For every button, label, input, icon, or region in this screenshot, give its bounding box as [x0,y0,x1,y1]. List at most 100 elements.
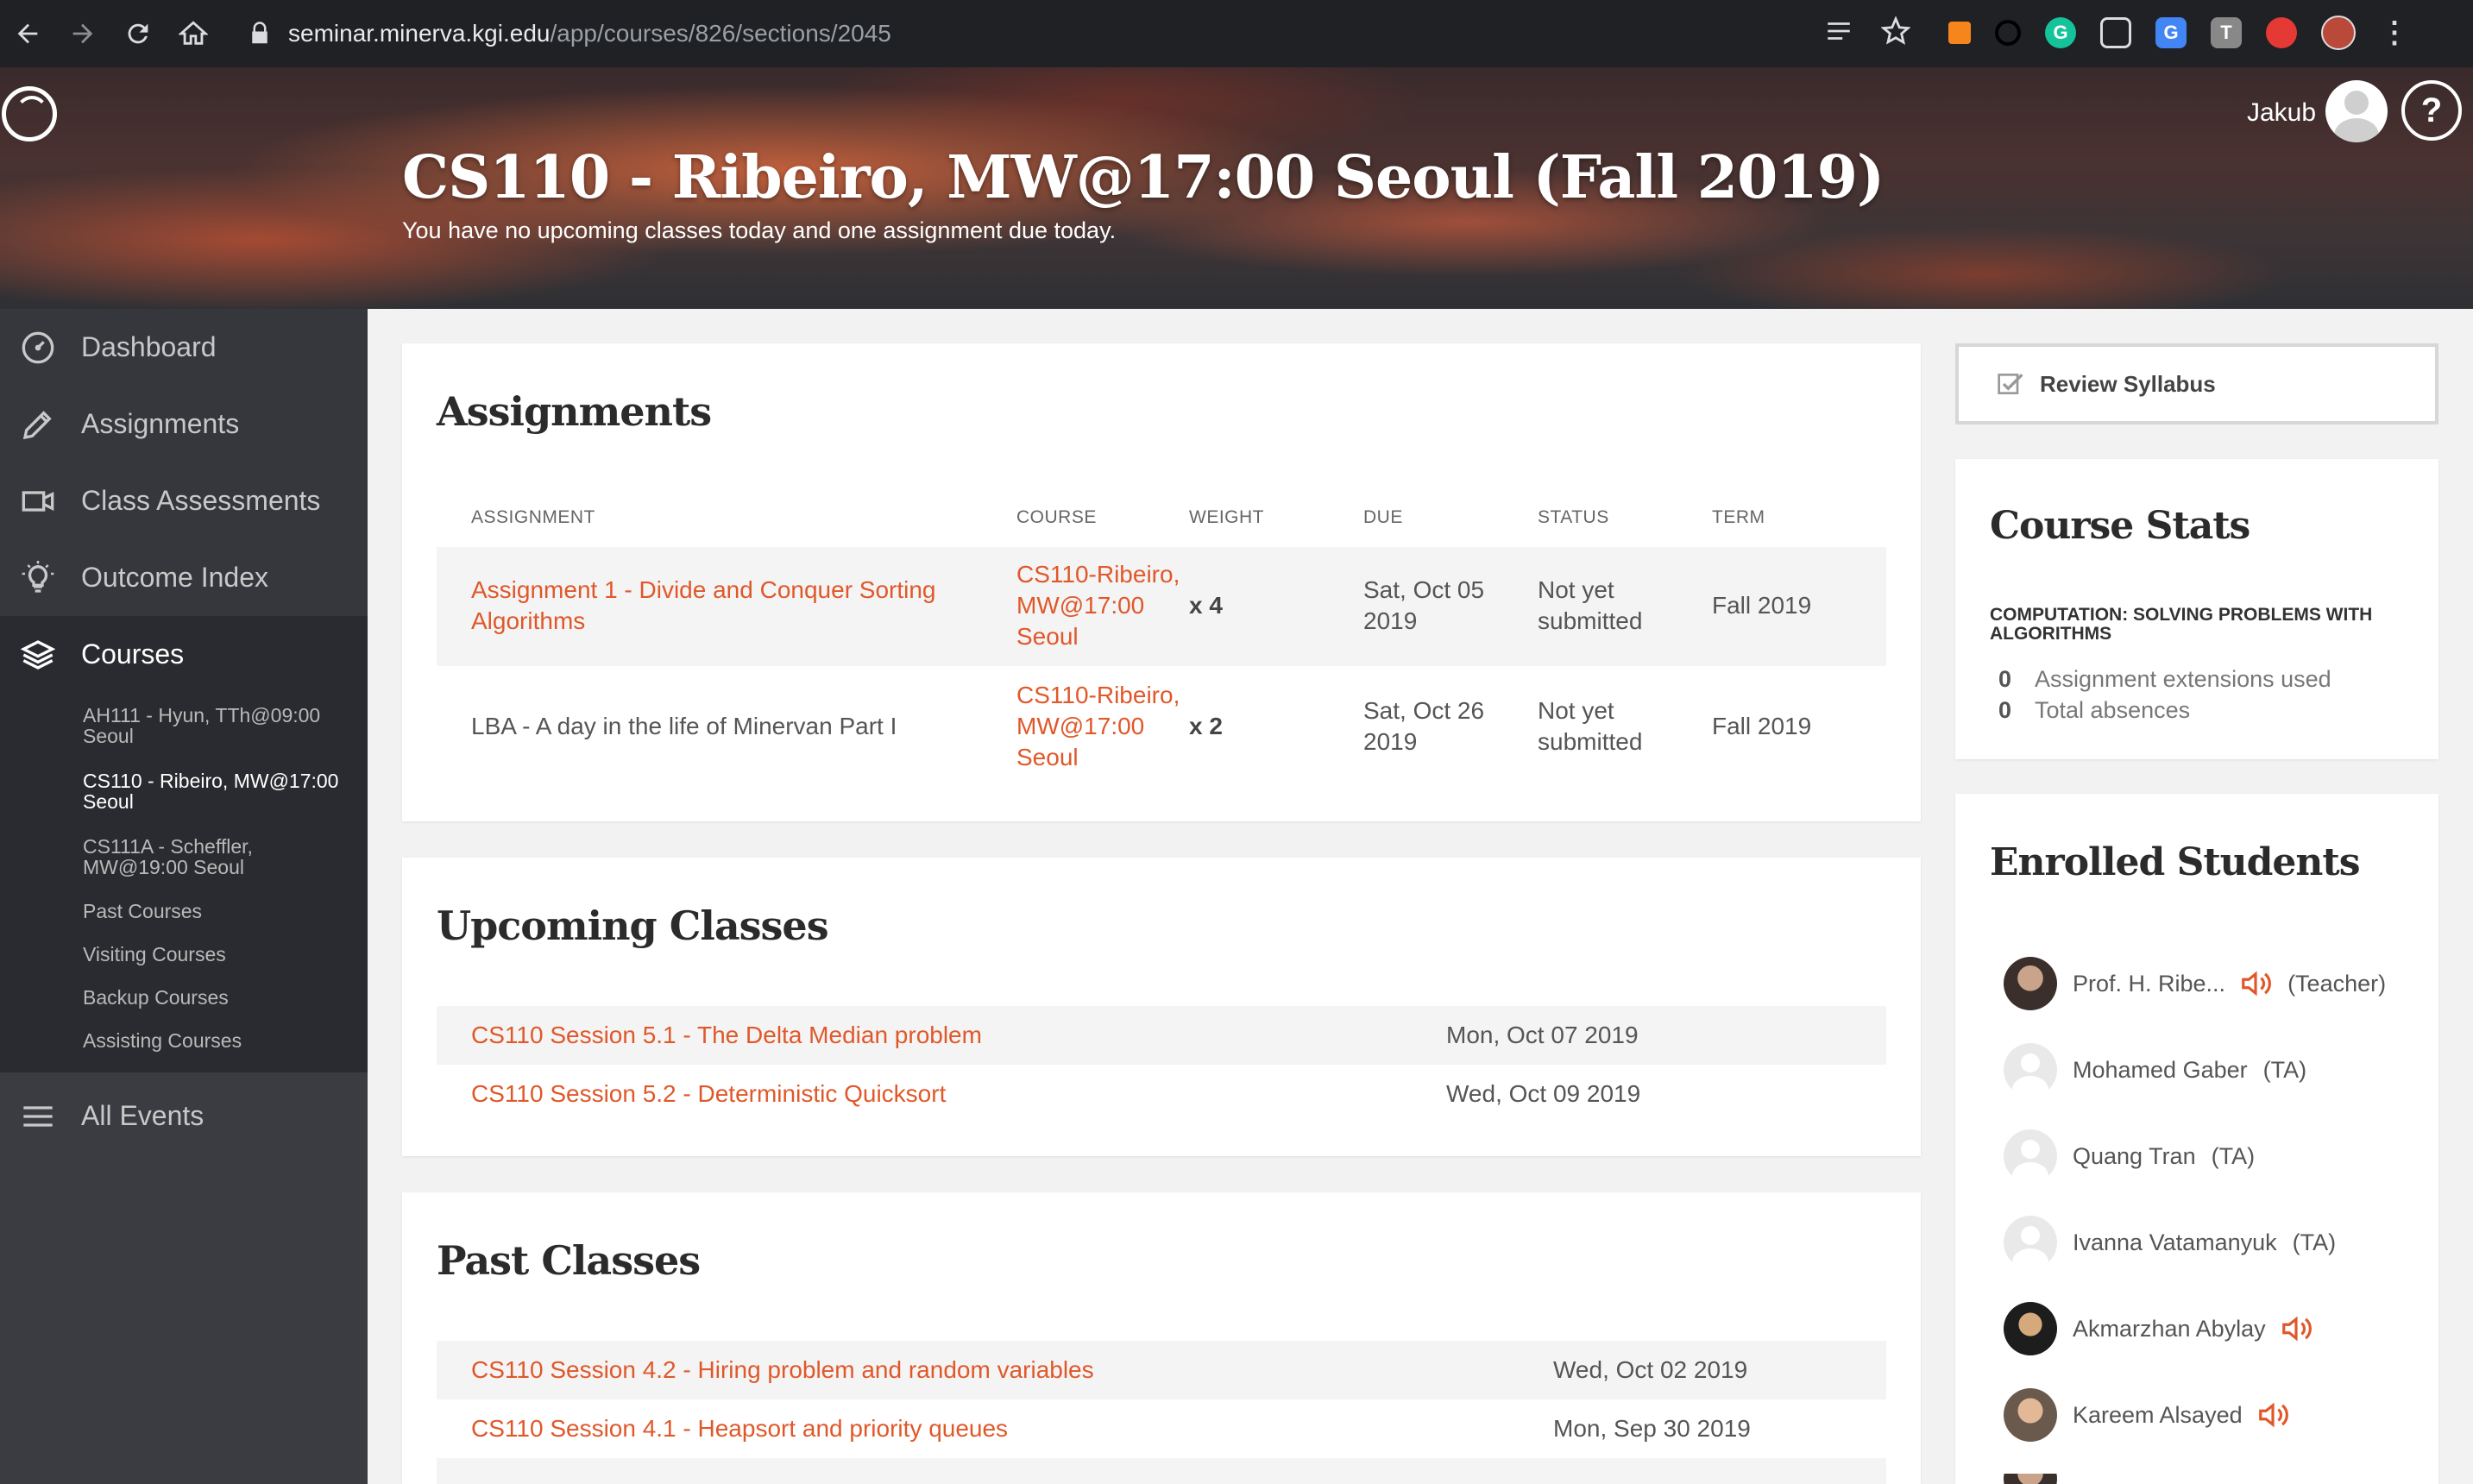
due-date: Sat, Oct 05 2019 [1363,575,1484,637]
assignment-name-line: Algorithms [471,607,586,634]
student-role: (TA) [2262,1056,2307,1083]
status-line: Not yet [1538,697,1614,724]
chrome-menu-icon[interactable]: ⋮ [2380,18,2409,47]
sidebar: Dashboard Assignments Class Assessments … [0,309,368,1484]
student-item[interactable]: Akmarzhan Abylay [2004,1301,2313,1356]
student-item[interactable]: Ivanna Vatamanyuk (TA) [2004,1215,2336,1270]
term-value: Fall 2019 [1712,592,1812,619]
student-item-partial[interactable] [2004,1474,2073,1484]
student-role: (TA) [2211,1142,2256,1169]
minerva-logo[interactable] [2,86,57,141]
student-item[interactable]: Mohamed Gaber (TA) [2004,1042,2306,1097]
status-line: submitted [1538,607,1643,634]
assignment-name[interactable]: LBA - A day in the life of Minervan Part… [471,711,954,742]
home-icon[interactable] [166,6,221,61]
assignment-name-link[interactable]: Assignment 1 - Divide and Conquer Sortin… [471,575,954,637]
sidebar-item-outcome-index[interactable]: Outcome Index [0,539,368,616]
sidebar-item-dashboard[interactable]: Dashboard [0,309,368,386]
student-name: Akmarzhan Abylay [2073,1315,2266,1342]
course-link[interactable]: CS110-Ribeiro, MW@17:00 Seoul [1016,559,1180,652]
session-link[interactable]: CS110 Session 5.2 - Deterministic Quicks… [471,1078,946,1110]
column-header-status: STATUS [1538,507,1609,527]
back-arrow-icon[interactable] [0,6,55,61]
sidebar-item-label: Outcome Index [81,562,268,593]
sidebar-course-link-active[interactable]: CS110 - Ribeiro, MW@17:00 Seoul [83,758,368,824]
column-header-weight: WEIGHT [1189,507,1264,527]
table-row[interactable]: LBA - A day in the life of Minervan Part… [437,666,1886,787]
assignment-name-line: Assignment 1 - Divide and Conquer Sortin… [471,576,936,603]
course-link[interactable]: CS110-Ribeiro, MW@17:00 Seoul [1016,680,1180,773]
student-name: Mohamed Gaber [2073,1056,2248,1083]
table-row[interactable]: Assignment 1 - Divide and Conquer Sortin… [437,547,1886,666]
translate-extension-icon[interactable]: G [2155,17,2187,48]
course-line: CS110-Ribeiro, [1016,682,1180,708]
chrome-profile-avatar[interactable] [2321,16,2356,50]
course-stats-caption: COMPUTATION: SOLVING PROBLEMS WITH ALGOR… [1990,605,2373,644]
session-link[interactable]: CS110 Session 5.1 - The Delta Median pro… [471,1020,982,1051]
bookmark-star-icon[interactable] [1881,16,1910,46]
sidebar-course-link[interactable]: CS111A - Scheffler, MW@19:00 Seoul [83,824,368,890]
stat-absences: 0 Total absences [1998,697,2190,724]
sidebar-course-link[interactable]: AH111 - Hyun, TTh@09:00 Seoul [83,693,368,758]
course-line: MW@17:00 [1016,592,1145,619]
sidebar-item-courses[interactable]: Courses [0,616,368,693]
list-item[interactable]: CS110 Session 4.1 - Heapsort and priorit… [437,1399,1886,1458]
student-avatar [2004,1474,2057,1484]
student-name: Ivanna Vatamanyuk [2073,1229,2277,1255]
sidebar-item-label: Assignments [81,408,240,439]
sidebar-item-label: Class Assessments [81,485,321,516]
notion-extension-icon[interactable]: T [2211,17,2242,48]
sidebar-item-assignments[interactable]: Assignments [0,386,368,462]
speaker-icon [2242,971,2271,997]
status-value: Not yet submitted [1538,695,1642,758]
sidebar-item-label: Courses [81,638,185,670]
session-date: Mon, Sep 30 2019 [1553,1415,1751,1442]
metamask-extension-icon[interactable] [1948,22,1971,44]
reload-icon[interactable] [110,6,166,61]
forward-arrow-icon[interactable] [55,6,110,61]
pocket-extension-icon[interactable] [2100,17,2131,48]
user-avatar[interactable] [2325,80,2388,142]
sidebar-item-label: Dashboard [81,331,217,362]
status-line: Not yet [1538,576,1614,603]
assignment-name-line: LBA - A day in the life of Minervan Part… [471,713,897,739]
status-line: submitted [1538,728,1643,755]
student-item[interactable]: Kareem Alsayed [2004,1387,2289,1443]
session-link[interactable]: CS110 Session 4.2 - Hiring problem and r… [471,1355,1094,1386]
sidebar-link-past-courses[interactable]: Past Courses [83,890,368,933]
list-item[interactable]: CS110 Session 5.1 - The Delta Median pro… [437,1006,1886,1065]
weight-value: x 2 [1189,713,1223,739]
student-avatar [2004,1216,2057,1269]
sidebar-link-assisting-courses[interactable]: Assisting Courses [83,1019,368,1062]
user-name[interactable]: Jakub [2247,98,2316,128]
session-date: Wed, Oct 09 2019 [1446,1080,1641,1107]
student-item[interactable]: Prof. H. Ribe... (Teacher) [2004,956,2386,1011]
sidebar-item-class-assessments[interactable]: Class Assessments [0,462,368,539]
due-line: 2019 [1363,607,1418,634]
column-header-course: COURSE [1016,507,1097,527]
column-header-assignment: ASSIGNMENT [471,507,595,527]
list-item[interactable]: CS110 Session 4.2 - Hiring problem and r… [437,1341,1886,1399]
list-item[interactable]: CS110 Session 5.2 - Deterministic Quicks… [437,1065,1886,1123]
address-bar[interactable]: seminar.minerva.kgi.edu/app/courses/826/… [226,9,1917,58]
course-line: CS110-Ribeiro, [1016,561,1180,588]
video-camera-icon [22,490,54,512]
past-classes-heading: Past Classes [437,1237,701,1284]
list-item[interactable] [437,1458,1886,1484]
upcoming-classes-card: Upcoming Classes CS110 Session 5.1 - The… [402,858,1921,1156]
circle-extension-icon[interactable] [1995,20,2021,46]
sidebar-item-all-events[interactable]: All Events [0,1078,368,1154]
reading-list-icon[interactable] [1824,16,1853,46]
sidebar-link-backup-courses[interactable]: Backup Courses [83,976,368,1019]
adblock-extension-icon[interactable] [2266,17,2297,48]
grammarly-extension-icon[interactable]: G [2045,17,2076,48]
student-name: Quang Tran [2073,1142,2196,1169]
session-date: Wed, Oct 02 2019 [1553,1356,1748,1383]
review-syllabus-button[interactable]: Review Syllabus [1955,343,2438,424]
sidebar-link-visiting-courses[interactable]: Visiting Courses [83,933,368,976]
student-item[interactable]: Quang Tran (TA) [2004,1129,2255,1184]
review-syllabus-label: Review Syllabus [2040,370,2216,397]
help-button[interactable]: ? [2401,80,2462,141]
session-link[interactable]: CS110 Session 4.1 - Heapsort and priorit… [471,1413,1008,1444]
course-line: Seoul [1016,623,1079,650]
